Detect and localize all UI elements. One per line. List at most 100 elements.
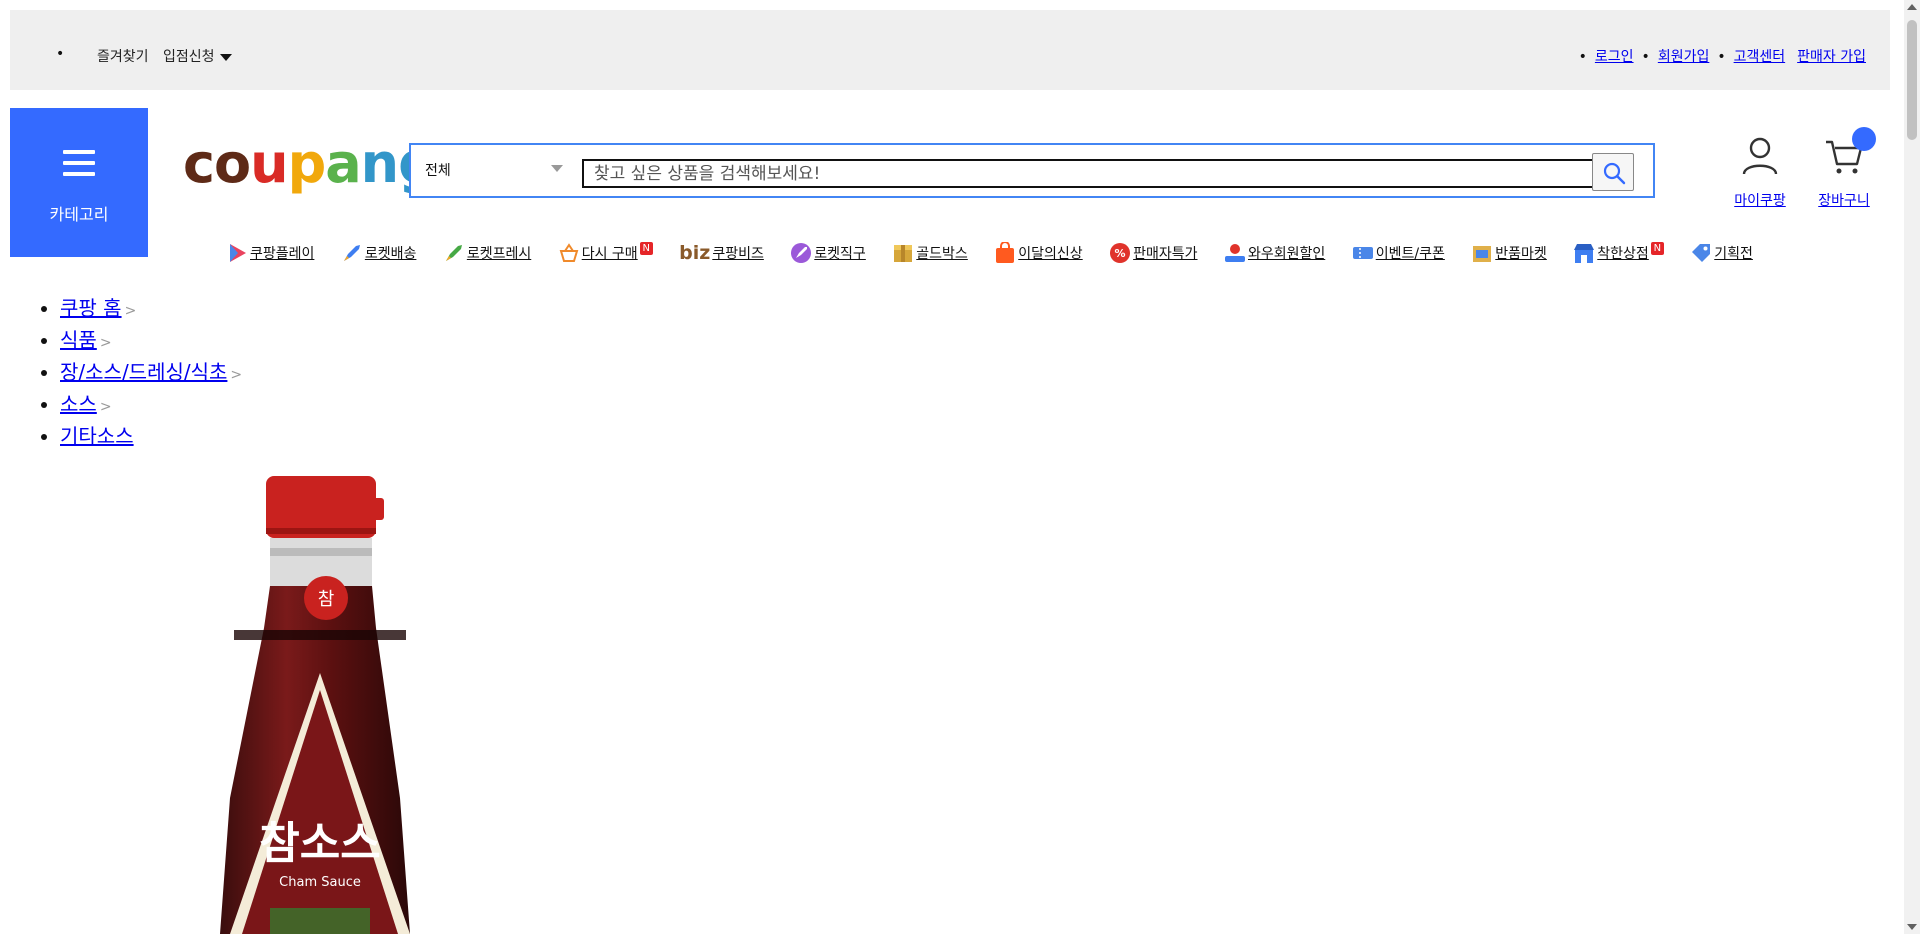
nav-item-promotions[interactable]: 기획전	[1690, 242, 1753, 264]
search-input[interactable]	[582, 159, 1631, 188]
chevron-right-icon: >	[99, 399, 112, 415]
hamburger-icon	[63, 150, 95, 176]
nav-item-label: 착한상점	[1597, 246, 1649, 262]
caret-down-icon	[219, 53, 232, 61]
new-badge: N	[1650, 242, 1664, 255]
nav-item-coupang-play[interactable]: 쿠팡플레이	[226, 242, 314, 264]
category-label: 카테고리	[49, 205, 109, 224]
search-category-select[interactable]: 전체	[425, 160, 451, 180]
signup-link[interactable]: 회원가입	[1658, 49, 1710, 65]
breadcrumb-item: 장/소스/드레싱/식초>	[60, 358, 242, 390]
nav-item-label: 반품마켓	[1495, 246, 1547, 262]
top-utility-bar: • 즐겨찾기 입점신청 • 로그인 • 회원가입 • 고객센터 판매자 가입	[10, 10, 1890, 90]
seller-apply-dropdown[interactable]: 입점신청	[163, 46, 232, 66]
nav-item-label: 골드박스	[916, 246, 968, 262]
biz-logo: biz	[679, 242, 711, 264]
breadcrumb-link-sauce[interactable]: 소스	[60, 392, 97, 416]
nav-item-gold-box[interactable]: 골드박스	[892, 242, 968, 264]
gold-box-icon	[894, 245, 913, 262]
cart-count-badge	[1852, 127, 1876, 151]
favorites-link[interactable]: 즐겨찾기	[97, 46, 149, 66]
user-icon	[1742, 137, 1778, 175]
nav-item-label: 다시 구매	[581, 246, 638, 262]
cart-link[interactable]: 장바구니	[1812, 190, 1876, 210]
chevron-right-icon: >	[124, 303, 137, 319]
nav-item-label: 판매자특가	[1133, 246, 1198, 262]
breadcrumb-link-food[interactable]: 식품	[60, 328, 97, 352]
nav-item-label: 로켓프레시	[466, 246, 532, 262]
return-market-icon	[1473, 246, 1492, 262]
new-badge: N	[639, 242, 653, 255]
nav-item-label: 이벤트/쿠폰	[1375, 246, 1445, 262]
new-bag-icon	[996, 242, 1015, 263]
basket-icon	[559, 243, 579, 262]
rocket-global-icon	[791, 243, 812, 263]
nav-item-label: 쿠팡비즈	[712, 246, 764, 262]
login-link[interactable]: 로그인	[1595, 49, 1634, 65]
nav-item-label: 와우회원할인	[1247, 246, 1326, 262]
breadcrumb-item: 쿠팡 홈>	[60, 294, 242, 326]
breadcrumb-item: 소스>	[60, 390, 242, 422]
search-icon	[1603, 162, 1626, 185]
nav-item-good-store[interactable]: 착한상점 N	[1573, 242, 1664, 264]
wow-icon	[1224, 244, 1245, 262]
nav-item-rocket-fresh[interactable]: 로켓프레시	[443, 242, 531, 264]
nav-item-label: 로켓직구	[814, 246, 866, 262]
nav-item-seller-deals[interactable]: % 판매자특가	[1109, 242, 1198, 264]
rocket-icon	[343, 245, 360, 261]
tag-icon	[1692, 244, 1711, 262]
nav-item-rebuy[interactable]: 다시 구매 N	[558, 242, 653, 264]
nav-item-new-arrivals[interactable]: 이달의신상	[994, 242, 1083, 264]
nav-item-return-market[interactable]: 반품마켓	[1471, 242, 1547, 264]
top-right-links: • 로그인 • 회원가입 • 고객센터 판매자 가입	[1577, 46, 1872, 66]
product-image[interactable]: 참 참소스 Cham Sauce	[200, 468, 440, 934]
my-coupang-link[interactable]: 마이쿠팡	[1728, 190, 1792, 210]
search-button[interactable]	[1592, 153, 1634, 191]
coupon-icon	[1352, 247, 1373, 259]
svg-text:%: %	[1115, 247, 1126, 260]
scroll-thumb[interactable]	[1907, 20, 1917, 140]
page-scrollbar[interactable]	[1904, 0, 1920, 934]
percent-badge-icon: %	[1110, 243, 1131, 263]
breadcrumb-link-sauce-category[interactable]: 장/소스/드레싱/식초	[60, 360, 227, 384]
category-menu-button[interactable]: 카테고리	[10, 108, 148, 257]
list-bullet: •	[56, 46, 65, 62]
logo-letters: co	[183, 132, 251, 195]
list-bullet: •	[1641, 49, 1650, 65]
scroll-down-arrow-icon[interactable]	[1907, 924, 1917, 930]
label-subtitle: Cham Sauce	[279, 875, 361, 890]
chevron-right-icon: >	[230, 367, 243, 383]
coupang-logo[interactable]: coupang	[183, 132, 437, 195]
my-coupang[interactable]: 마이쿠팡	[1728, 136, 1792, 210]
scroll-up-arrow-icon[interactable]	[1907, 4, 1917, 10]
breadcrumb-link-other-sauce[interactable]: 기타소스	[60, 424, 134, 448]
store-icon	[1574, 244, 1595, 263]
nav-item-label: 쿠팡플레이	[250, 246, 315, 262]
nav-item-coupang-biz[interactable]: biz 쿠팡비즈	[679, 242, 764, 264]
seller-apply-label: 입점신청	[163, 49, 215, 65]
breadcrumb-item: 식품>	[60, 326, 242, 358]
seller-signup-link[interactable]: 판매자 가입	[1797, 49, 1866, 65]
nav-item-rocket-delivery[interactable]: 로켓배송	[341, 242, 417, 264]
label-title: 참소스	[259, 818, 380, 869]
nav-item-label: 이달의신상	[1018, 246, 1083, 262]
rocket-fresh-icon	[445, 245, 462, 261]
breadcrumb-link-home[interactable]: 쿠팡 홈	[60, 296, 122, 320]
chevron-right-icon: >	[99, 335, 112, 351]
nav-item-label: 기획전	[1714, 246, 1753, 262]
chevron-down-icon	[551, 165, 563, 172]
list-bullet: •	[1578, 49, 1587, 65]
search-bar: 전체	[409, 143, 1655, 198]
nav-item-event-coupon[interactable]: 이벤트/쿠폰	[1352, 242, 1445, 264]
nav-item-rocket-global[interactable]: 로켓직구	[790, 242, 866, 264]
sauce-bottle-image: 참 참소스 Cham Sauce	[220, 476, 410, 934]
list-bullet: •	[1717, 49, 1726, 65]
play-icon	[230, 244, 246, 262]
brand-logo-text: 참	[318, 589, 335, 610]
customer-center-link[interactable]: 고객센터	[1734, 49, 1786, 65]
breadcrumb-item: 기타소스	[60, 422, 242, 451]
nav-item-label: 로켓배송	[364, 246, 417, 262]
service-nav: 쿠팡플레이 로켓배송 로켓프레시 다시 구매 N biz 쿠팡비즈 로켓직구 골드박…	[226, 242, 1775, 266]
breadcrumb: 쿠팡 홈> 식품> 장/소스/드레싱/식초> 소스> 기타소스	[40, 294, 242, 451]
nav-item-wow-discount[interactable]: 와우회원할인	[1224, 242, 1325, 264]
